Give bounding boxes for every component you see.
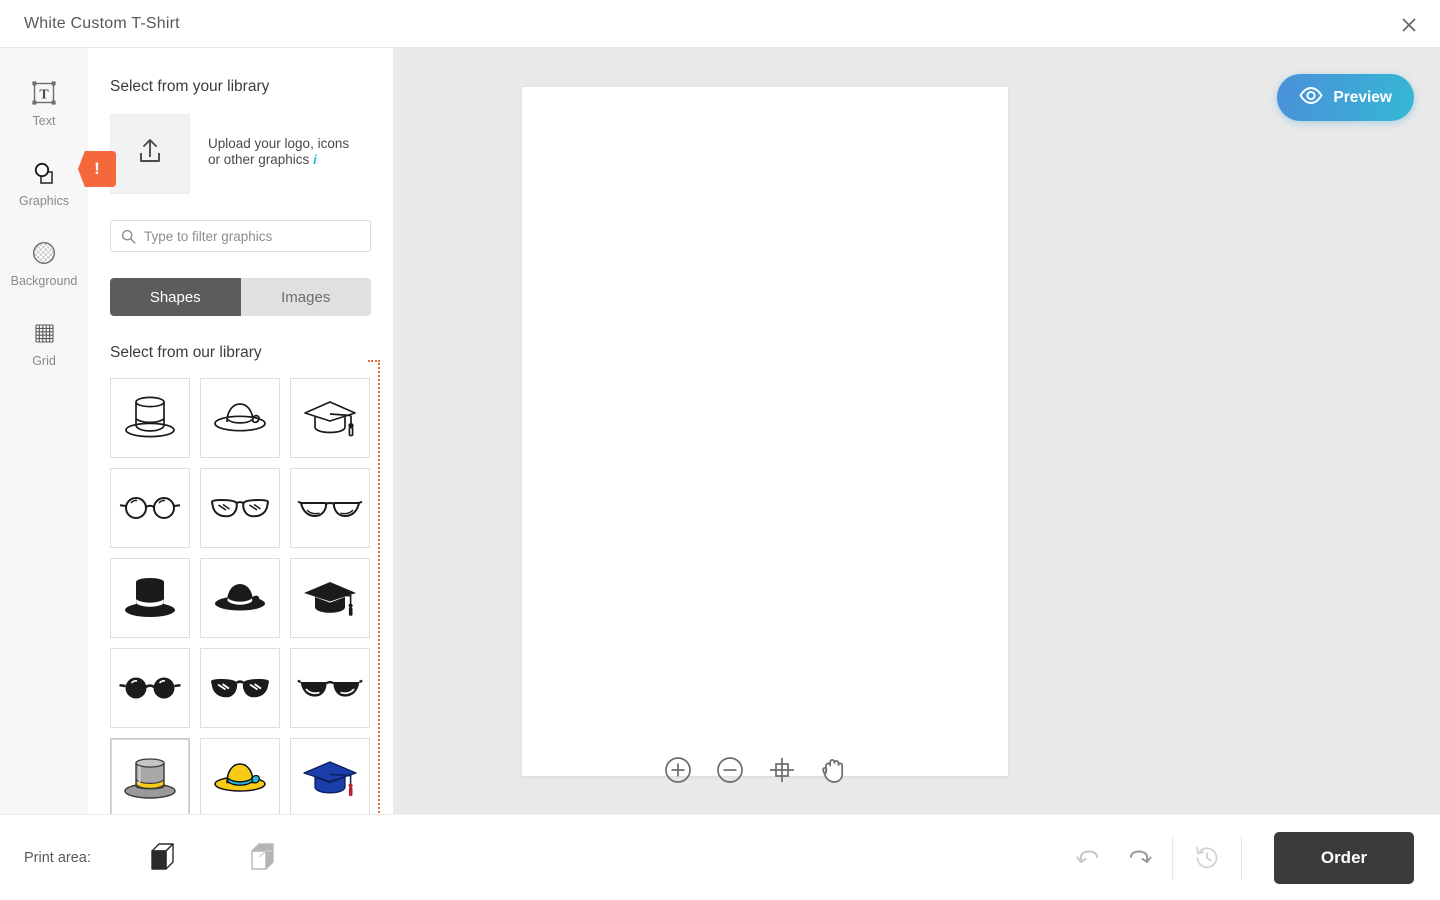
tab-images[interactable]: Images — [240, 278, 371, 316]
tool-rail: T Text Graphics Background Grid — [0, 48, 88, 814]
history-icon[interactable] — [1183, 834, 1231, 882]
upload-row: Upload your logo, icons or other graphic… — [110, 114, 371, 194]
graphic-tile-sun-hat-outline[interactable] — [200, 378, 280, 458]
graphic-tile-round-glasses-solid[interactable] — [110, 648, 190, 728]
tab-shapes[interactable]: Shapes — [110, 278, 241, 316]
design-canvas[interactable]: Preview — [394, 48, 1440, 814]
order-button[interactable]: Order — [1274, 831, 1414, 884]
graphic-tile-top-hat-color[interactable] — [110, 738, 190, 814]
page-title: White Custom T-Shirt — [24, 14, 180, 32]
sidebar-label-graphics: Graphics — [18, 194, 70, 208]
graphics-grid — [110, 378, 371, 814]
upload-line-2: or other graphics — [208, 151, 310, 167]
print-area-back-button[interactable] — [239, 832, 291, 884]
our-library-heading: Select from our library — [110, 344, 262, 361]
background-icon — [32, 238, 56, 268]
undo-icon[interactable] — [1066, 834, 1114, 882]
upload-icon — [133, 135, 167, 174]
print-area-front-button[interactable] — [139, 832, 191, 884]
artboard[interactable] — [522, 87, 1008, 776]
graphic-tile-graduation-cap-solid[interactable] — [290, 558, 370, 638]
sidebar-item-grid[interactable]: Grid — [0, 318, 88, 368]
upload-button[interactable] — [110, 114, 190, 194]
graphic-tile-graduation-cap-outline[interactable] — [290, 378, 370, 458]
graphics-search[interactable] — [110, 220, 371, 252]
graphics-alert-badge[interactable]: ! — [78, 151, 116, 187]
graphic-tile-wayfarer-glasses-solid[interactable] — [200, 648, 280, 728]
search-icon — [121, 229, 136, 244]
sidebar-item-background[interactable]: Background — [0, 238, 88, 288]
graphic-tile-aviator-glasses-outline[interactable] — [290, 468, 370, 548]
sidebar-label-text: Text — [32, 114, 56, 128]
graphic-tile-wayfarer-glasses-outline[interactable] — [200, 468, 280, 548]
sidebar-label-background: Background — [10, 274, 78, 288]
graphic-tile-aviator-glasses-solid[interactable] — [290, 648, 370, 728]
titlebar: White Custom T-Shirt — [0, 0, 1440, 48]
zoom-in-icon[interactable] — [664, 756, 692, 784]
graphic-tile-round-glasses-outline[interactable] — [110, 468, 190, 548]
library-tabs: Shapes Images — [110, 278, 371, 316]
graphic-tile-sun-hat-solid[interactable] — [200, 558, 280, 638]
sidebar-label-grid: Grid — [32, 354, 56, 368]
graphic-tile-sun-hat-color[interactable] — [200, 738, 280, 814]
app-root: White Custom T-Shirt T Text Graphics Bac… — [0, 0, 1440, 900]
center-view-icon[interactable] — [768, 756, 796, 784]
sidebar-item-text[interactable]: T Text — [0, 78, 88, 128]
eye-icon — [1299, 86, 1324, 109]
search-input[interactable] — [144, 228, 370, 244]
canvas-zoom-tools — [664, 756, 846, 784]
pan-hand-icon[interactable] — [820, 756, 846, 784]
preview-button[interactable]: Preview — [1277, 74, 1414, 121]
graphic-tile-top-hat-outline[interactable] — [110, 378, 190, 458]
bottom-toolbar-right: Order — [1066, 831, 1440, 884]
graphic-tile-top-hat-solid[interactable] — [110, 558, 190, 638]
upload-line-1: Upload your logo, icons — [208, 136, 350, 151]
graphic-tile-graduation-cap-color[interactable] — [290, 738, 370, 814]
info-icon[interactable]: i — [313, 152, 317, 167]
toolbar-divider-1 — [1172, 835, 1173, 880]
text-icon: T — [31, 78, 57, 108]
redo-icon[interactable] — [1114, 834, 1162, 882]
upload-description: Upload your logo, icons or other graphic… — [208, 114, 349, 168]
grid-icon — [32, 318, 56, 348]
your-library-heading: Select from your library — [110, 78, 270, 95]
sidebar-item-graphics[interactable]: Graphics — [0, 158, 88, 208]
print-area-label: Print area: — [24, 849, 91, 866]
zoom-out-icon[interactable] — [716, 756, 744, 784]
preview-label: Preview — [1333, 88, 1392, 106]
toolbar-divider-2 — [1241, 835, 1242, 880]
close-icon[interactable] — [1392, 8, 1426, 42]
svg-text:T: T — [39, 88, 49, 103]
graphics-panel: Select from your library Upload your log… — [88, 48, 394, 814]
graphics-icon — [31, 158, 57, 188]
bottom-toolbar: Print area: Order — [0, 814, 1440, 900]
